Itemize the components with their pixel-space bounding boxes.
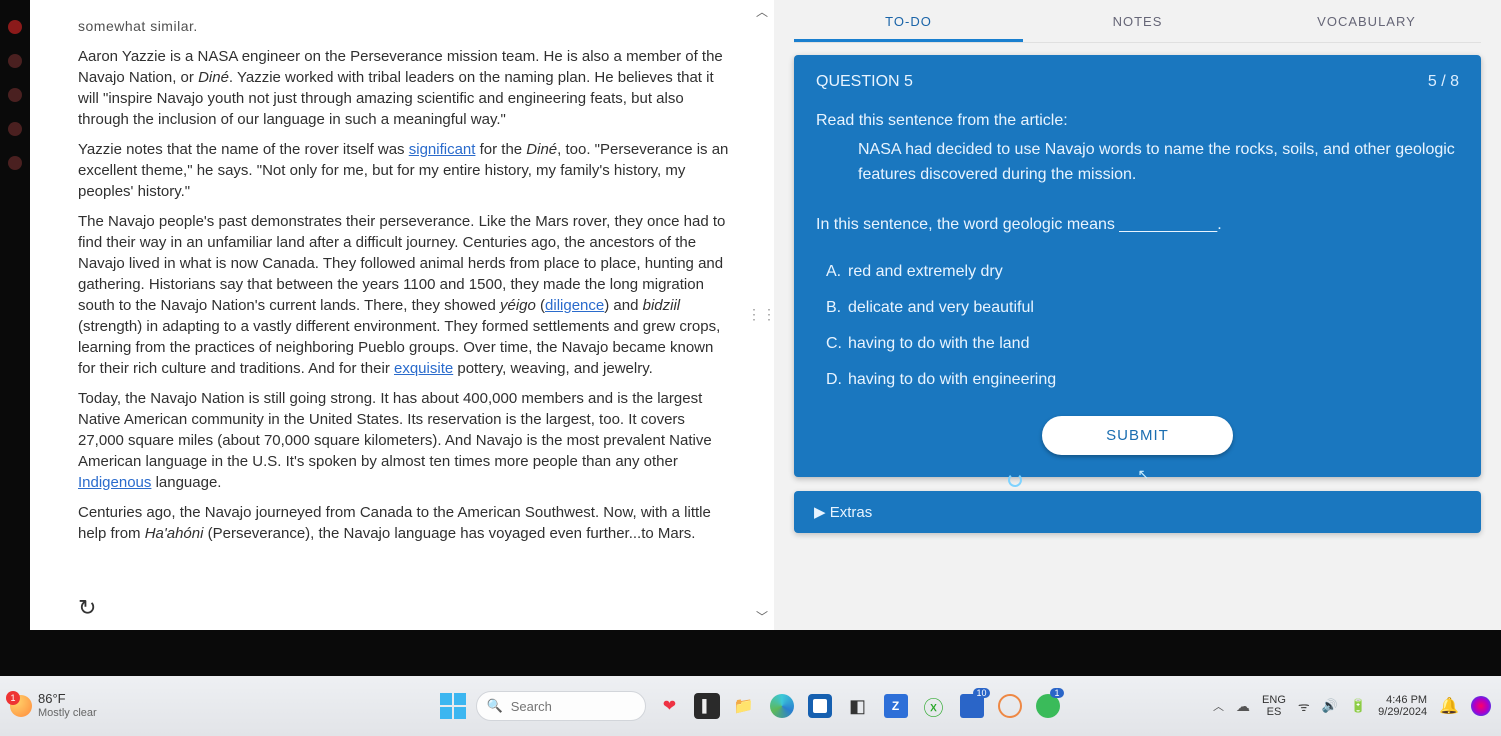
question-title: QUESTION 5 [816,73,913,91]
language-switch[interactable]: ENG ES [1262,694,1286,718]
question-counter: 5 / 8 [1428,73,1459,91]
vocab-link-indigenous[interactable]: Indigenous [78,474,151,491]
article-pane: ︿ somewhat similar. Aaron Yazzie is a NA… [30,0,774,630]
vocab-link-exquisite[interactable]: exquisite [394,360,453,377]
article-paragraph: The Navajo people's past demonstrates th… [78,211,734,379]
question-card: QUESTION 5 5 / 8 Read this sentence from… [794,55,1481,477]
tray-expand-icon[interactable]: ︿ [1213,698,1224,714]
notifications-icon[interactable]: 🔔 [1439,696,1459,716]
loading-spinner-icon [1008,473,1022,487]
question-quote: NASA had decided to use Navajo words to … [858,138,1459,188]
battery-icon[interactable]: 🔋 [1350,698,1366,714]
quiz-pane: TO-DO NOTES VOCABULARY QUESTION 5 5 / 8 … [774,0,1501,630]
taskbar-weather[interactable]: 1 86°F Mostly clear [10,692,97,720]
article-paragraph: Centuries ago, the Navajo journeyed from… [78,502,734,544]
vocab-link-diligence[interactable]: diligence [545,297,604,314]
submit-button[interactable]: SUBMIT [1042,416,1233,455]
article-paragraph: Aaron Yazzie is a NASA engineer on the P… [78,46,734,130]
taskbar-center: 🔍 ❤ ▌ 📁 ◧ Z ⓧ [440,691,1062,721]
question-body: Read this sentence from the article: NAS… [816,109,1459,455]
taskbar-app-circle[interactable] [996,692,1024,720]
taskbar-app-word[interactable] [958,692,986,720]
vocab-link-significant[interactable]: significant [409,141,476,158]
article-paragraph: Today, the Navajo Nation is still going … [78,388,734,493]
taskbar-clock[interactable]: 4:46 PM 9/29/2024 [1378,694,1427,718]
strip-dot [8,54,22,68]
answer-list: A.red and extremely dry B.delicate and v… [826,260,1459,392]
answer-option-c[interactable]: C.having to do with the land [826,332,1459,357]
weather-status: Mostly clear [38,707,97,720]
taskbar-search[interactable]: 🔍 [476,691,646,721]
strip-dot [8,156,22,170]
volume-icon[interactable]: 🔊 [1322,698,1338,714]
article-paragraph: Yazzie notes that the name of the rover … [78,139,734,202]
answer-option-d[interactable]: D.having to do with engineering [826,368,1459,393]
search-icon: 🔍 [487,698,503,714]
onedrive-icon[interactable]: ☁ [1236,698,1250,715]
question-prompt: In this sentence, the word geologic mean… [816,213,1459,238]
taskbar-app-health[interactable]: ❤ [656,692,684,720]
scroll-down-icon[interactable]: ﹀ [756,609,768,626]
taskbar-right: ︿ ☁ ENG ES ᯤ 🔊 🔋 4:46 PM 9/29/2024 🔔 [1213,694,1491,718]
tab-notes[interactable]: NOTES [1023,0,1252,42]
circle-icon [998,694,1022,718]
refresh-icon[interactable]: ↻ [78,593,96,624]
left-app-strip [0,0,30,630]
answer-option-a[interactable]: A.red and extremely dry [826,260,1459,285]
weather-icon: 1 [10,695,32,717]
store-icon [808,694,832,718]
start-button[interactable] [440,693,466,719]
wifi-icon[interactable]: ᯤ [1298,697,1310,715]
screen: ︿ somewhat similar. Aaron Yazzie is a NA… [0,0,1501,736]
app-window: ︿ somewhat similar. Aaron Yazzie is a NA… [30,0,1501,630]
word-icon [960,694,984,718]
taskbar-app-store[interactable] [806,692,834,720]
scroll-up-icon[interactable]: ︿ [756,4,768,21]
weather-badge: 1 [6,691,20,705]
cursor-icon: ↖ [1138,466,1150,483]
edge-icon [770,694,794,718]
taskbar-app-explorer[interactable]: 📁 [730,692,758,720]
taskbar: 1 86°F Mostly clear 🔍 ❤ ▌ 📁 ◧ Z ⓧ [0,676,1501,736]
pane-resize-handle[interactable]: ⋮⋮ [747,305,774,325]
tab-vocabulary[interactable]: VOCABULARY [1252,0,1481,42]
question-lead: Read this sentence from the article: [816,109,1459,134]
taskbar-app-3d[interactable]: ◧ [844,692,872,720]
copilot-icon[interactable] [1471,696,1491,716]
extras-toggle[interactable]: ▶ Extras [794,491,1481,533]
submit-wrap: SUBMIT [816,416,1459,455]
answer-option-b[interactable]: B.delicate and very beautiful [826,296,1459,321]
strip-dot [8,20,22,34]
taskbar-app-terminal[interactable]: ▌ [694,693,720,719]
strip-dot [8,122,22,136]
taskbar-app-xbox[interactable]: ⓧ [920,692,948,720]
search-input[interactable] [511,699,629,714]
weather-temp: 86°F [38,692,97,707]
taskbar-app-chat[interactable] [1034,692,1062,720]
zoom-icon: Z [884,694,908,718]
quiz-tabs: TO-DO NOTES VOCABULARY [794,0,1481,43]
chevron-right-icon: ▶ [814,504,830,521]
chat-icon [1036,694,1060,718]
taskbar-app-zoom[interactable]: Z [882,692,910,720]
strip-dot [8,88,22,102]
tab-todo[interactable]: TO-DO [794,0,1023,42]
article-cutoff-line: somewhat similar. [78,17,734,37]
question-header: QUESTION 5 5 / 8 [816,73,1459,91]
extras-label: Extras [830,504,873,521]
taskbar-app-edge[interactable] [768,692,796,720]
